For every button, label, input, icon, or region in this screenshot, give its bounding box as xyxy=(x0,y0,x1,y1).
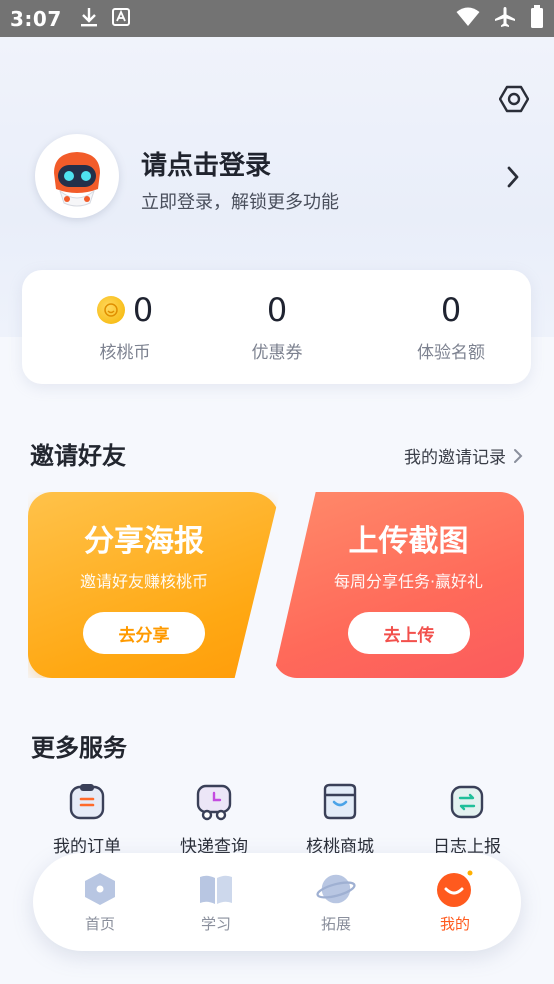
share-card-title: 分享海报 xyxy=(84,524,204,559)
keyboard-a-icon xyxy=(111,7,130,30)
stat-label: 优惠券 xyxy=(251,343,303,363)
stat-label: 体验名额 xyxy=(417,343,485,363)
stat-walnut-coins[interactable]: 0 核桃币 xyxy=(50,290,200,363)
stats-card: 0 核桃币 0 优惠券 0 体验名额 xyxy=(22,270,531,384)
order-icon xyxy=(67,782,107,822)
status-time: 3:07 xyxy=(10,6,62,31)
upload-screenshot-card[interactable]: 上传截图 每周分享任务·赢好礼 去上传 xyxy=(273,492,524,678)
share-card-subtitle: 邀请好友赚核桃币 xyxy=(79,572,208,591)
shop-icon xyxy=(320,782,360,822)
invite-records-label: 我的邀请记录 xyxy=(404,448,506,468)
share-poster-card[interactable]: 分享海报 邀请好友赚核桃币 去分享 xyxy=(28,492,280,678)
download-icon xyxy=(80,7,98,31)
book-icon xyxy=(196,869,236,909)
planet-icon xyxy=(316,869,356,909)
airplane-icon xyxy=(494,6,516,32)
settings-button[interactable] xyxy=(497,82,531,116)
battery-icon xyxy=(530,4,544,33)
tab-label: 首页 xyxy=(84,915,115,933)
invite-records-link[interactable]: 我的邀请记录 xyxy=(404,443,524,468)
home-icon xyxy=(80,869,120,909)
go-share-button[interactable]: 去分享 xyxy=(83,612,205,654)
stat-value: 0 xyxy=(132,291,154,329)
login-subtitle: 立即登录，解锁更多功能 xyxy=(141,192,339,213)
upload-card-subtitle: 每周分享任务·赢好礼 xyxy=(333,572,484,591)
service-log-upload[interactable]: 日志上报 xyxy=(402,782,532,857)
stat-value: 0 xyxy=(266,291,288,329)
stat-value: 0 xyxy=(440,291,462,329)
services-section-title: 更多服务 xyxy=(31,734,127,762)
service-my-orders[interactable]: 我的订单 xyxy=(22,782,152,857)
stat-label: 核桃币 xyxy=(99,343,151,363)
delivery-icon xyxy=(194,782,234,822)
invite-section-title: 邀请好友 xyxy=(30,442,126,470)
robot-mascot-icon xyxy=(41,140,113,212)
tab-mine[interactable]: 我的 xyxy=(410,869,500,934)
stat-coupons[interactable]: 0 优惠券 xyxy=(202,290,352,363)
tab-label: 学习 xyxy=(200,915,231,933)
chevron-right-icon[interactable] xyxy=(503,164,523,190)
profile-icon xyxy=(435,869,475,909)
tab-study[interactable]: 学习 xyxy=(171,869,261,934)
go-upload-button[interactable]: 去上传 xyxy=(348,612,470,654)
upload-card-title: 上传截图 xyxy=(348,524,469,559)
tab-label: 拓展 xyxy=(320,915,351,933)
service-delivery-tracking[interactable]: 快递查询 xyxy=(149,782,279,857)
stat-trial-slots[interactable]: 0 体验名额 xyxy=(376,290,526,363)
tab-home[interactable]: 首页 xyxy=(55,869,145,934)
tab-label: 我的 xyxy=(439,915,470,933)
services-grid: 我的订单 快递查询 核桃商城 日志上报 xyxy=(0,782,554,857)
tab-explore[interactable]: 拓展 xyxy=(291,869,381,934)
login-title[interactable]: 请点击登录 xyxy=(141,145,271,182)
wifi-icon xyxy=(456,7,480,31)
avatar[interactable] xyxy=(35,134,119,218)
chevron-right-icon xyxy=(514,448,523,463)
status-bar: 3:07 xyxy=(0,0,554,37)
log-upload-icon xyxy=(447,782,487,822)
settings-icon xyxy=(499,85,529,113)
coin-icon xyxy=(96,296,125,324)
bottom-tab-bar: 首页 学习 拓展 我的 xyxy=(33,853,521,951)
service-walnut-shop[interactable]: 核桃商城 xyxy=(275,782,405,857)
